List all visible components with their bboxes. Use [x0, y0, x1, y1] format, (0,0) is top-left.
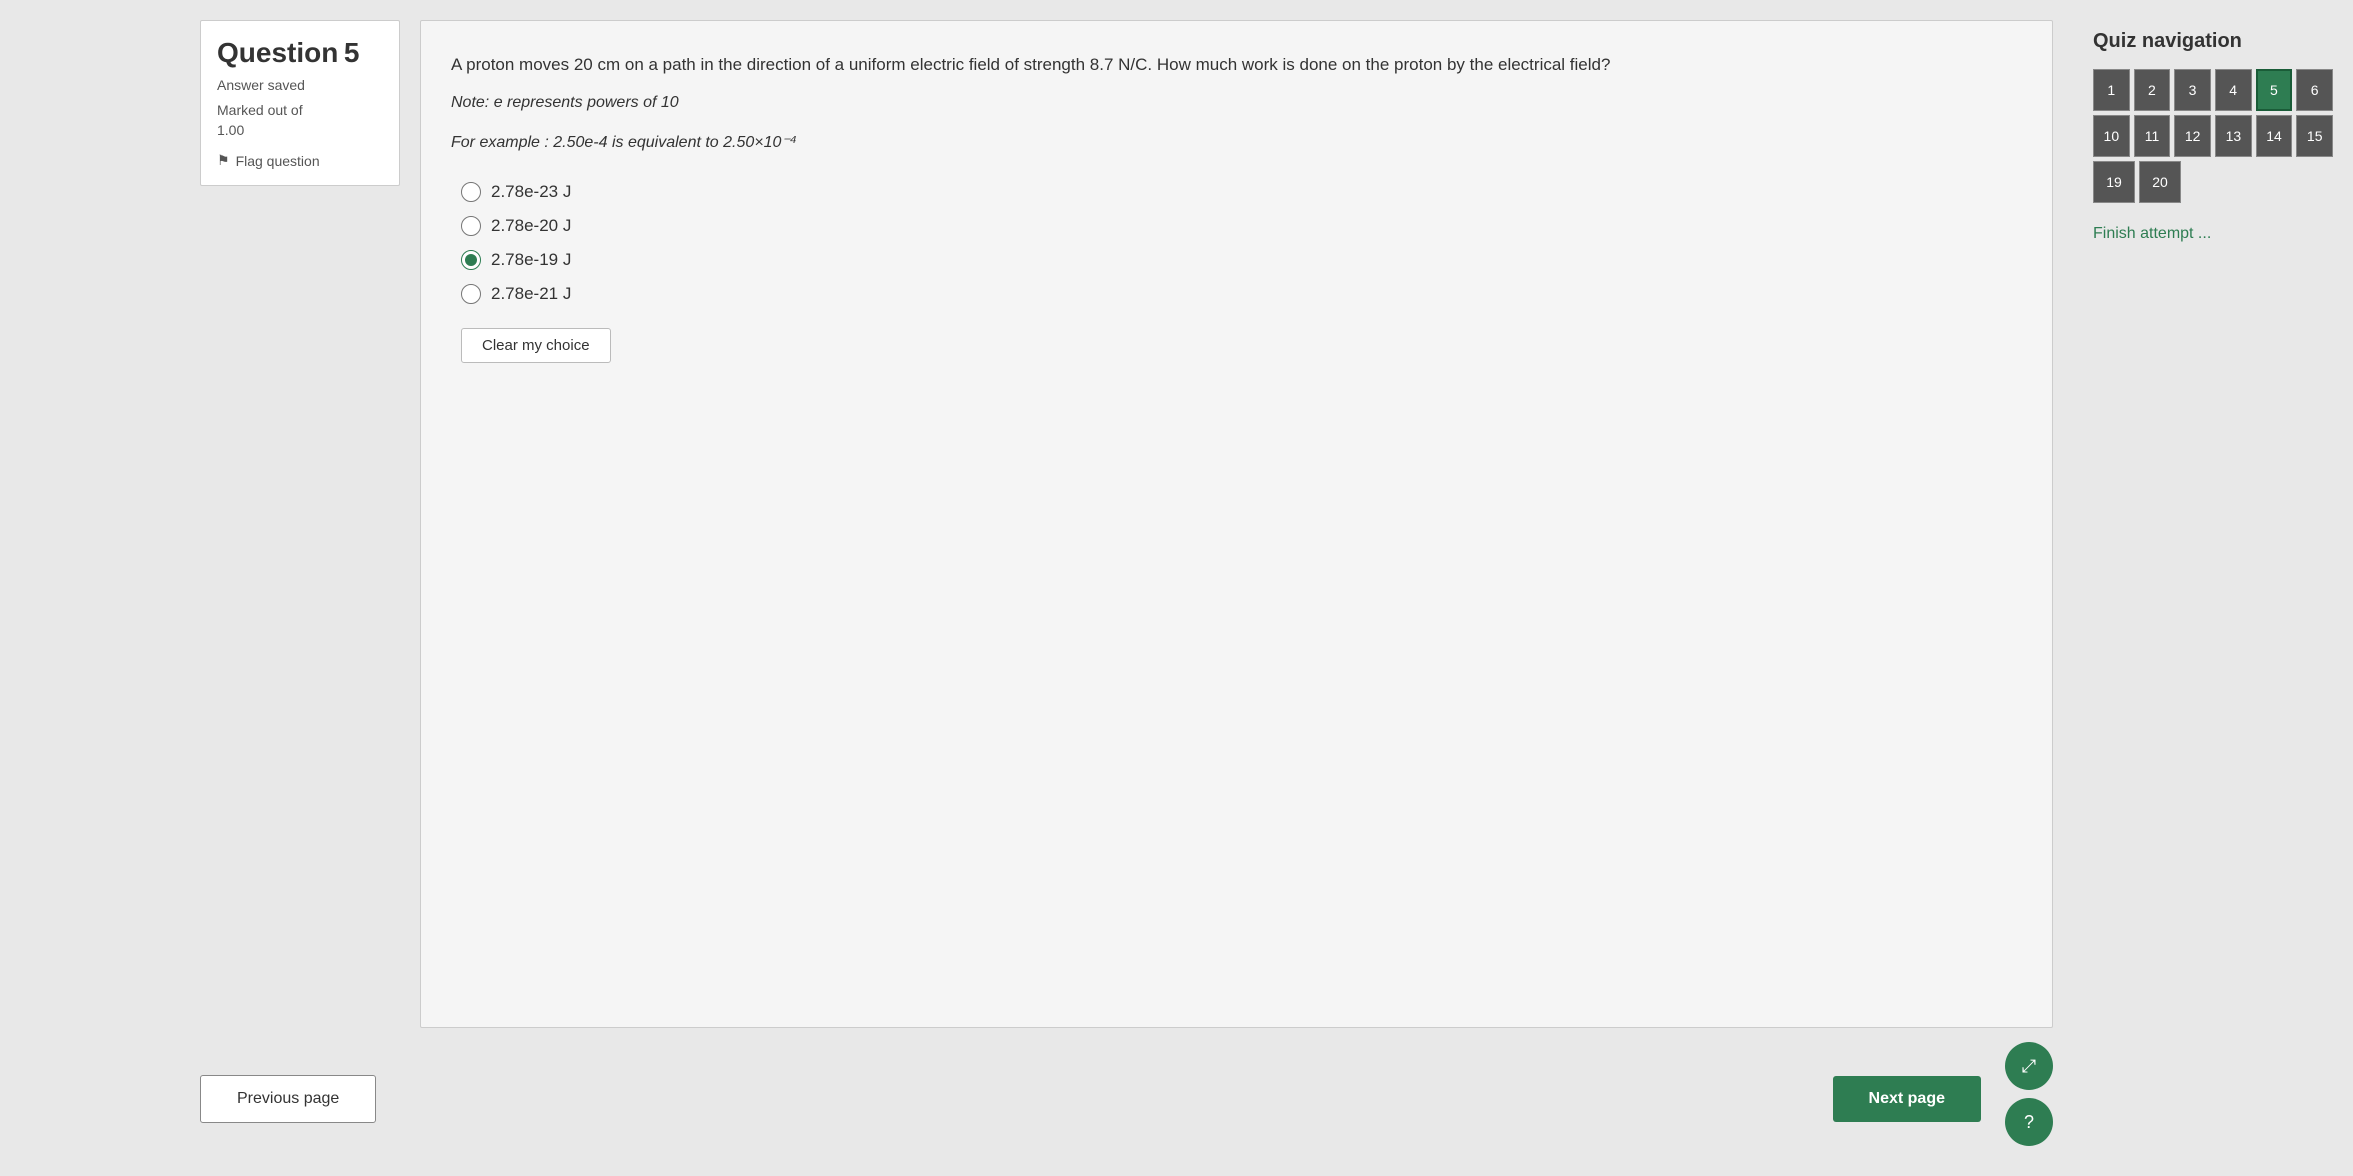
left-sidebar — [0, 20, 180, 1156]
option-3[interactable]: 2.78e-19 J — [461, 250, 2022, 270]
nav-cell-1[interactable]: 1 — [2093, 69, 2130, 111]
example-text: For example : 2.50e-4 is equivalent to 2… — [451, 132, 2022, 152]
flag-question-button[interactable]: ⚑ Flag question — [217, 152, 383, 169]
radio-opt4[interactable] — [461, 284, 481, 304]
question-info-panel: Question 5 Answer saved Marked out of 1.… — [200, 20, 400, 186]
options-container: 2.78e-23 J 2.78e-20 J 2.78e-19 J 2.78e-2… — [461, 182, 2022, 304]
option-2-label: 2.78e-20 J — [491, 216, 571, 236]
quiz-navigation-sidebar: Quiz navigation 1 2 3 4 5 6 10 11 12 13 … — [2073, 20, 2353, 1156]
radio-opt1[interactable] — [461, 182, 481, 202]
marked-out: Marked out of 1.00 — [217, 101, 383, 140]
option-3-label: 2.78e-19 J — [491, 250, 571, 270]
nav-buttons: Previous page Next page ⤢ ? — [200, 1052, 2053, 1156]
radio-opt2[interactable] — [461, 216, 481, 236]
main-content: Question 5 Answer saved Marked out of 1.… — [180, 20, 2073, 1156]
nav-cell-4[interactable]: 4 — [2215, 69, 2252, 111]
question-number: Question 5 — [217, 37, 383, 69]
quiz-nav-title: Quiz navigation — [2093, 30, 2333, 53]
nav-cell-14[interactable]: 14 — [2256, 115, 2293, 157]
nav-cell-13[interactable]: 13 — [2215, 115, 2252, 157]
previous-page-button[interactable]: Previous page — [200, 1075, 376, 1123]
help-button[interactable]: ? — [2005, 1098, 2053, 1146]
clear-choice-button[interactable]: Clear my choice — [461, 328, 611, 363]
floating-buttons: ⤢ ? — [2005, 1042, 2053, 1146]
finish-attempt-link[interactable]: Finish attempt ... — [2093, 225, 2211, 242]
expand-button[interactable]: ⤢ — [2005, 1042, 2053, 1090]
question-content-panel: A proton moves 20 cm on a path in the di… — [420, 20, 2053, 1028]
option-1-label: 2.78e-23 J — [491, 182, 571, 202]
question-text: A proton moves 20 cm on a path in the di… — [451, 51, 2022, 78]
nav-cell-10[interactable]: 10 — [2093, 115, 2130, 157]
option-4-label: 2.78e-21 J — [491, 284, 571, 304]
nav-cell-12[interactable]: 12 — [2174, 115, 2211, 157]
flag-icon: ⚑ — [217, 152, 230, 169]
radio-opt3[interactable] — [461, 250, 481, 270]
nav-cell-11[interactable]: 11 — [2134, 115, 2171, 157]
nav-cell-20[interactable]: 20 — [2139, 161, 2181, 203]
expand-icon: ⤢ — [2022, 1056, 2036, 1077]
quiz-nav-row-3: 19 20 — [2093, 161, 2333, 203]
nav-cell-6[interactable]: 6 — [2296, 69, 2333, 111]
next-page-button[interactable]: Next page — [1833, 1076, 1981, 1122]
nav-cell-19[interactable]: 19 — [2093, 161, 2135, 203]
note-text: Note: e represents powers of 10 — [451, 94, 2022, 112]
nav-cell-15[interactable]: 15 — [2296, 115, 2333, 157]
help-icon: ? — [2024, 1112, 2034, 1133]
quiz-nav-row-2: 10 11 12 13 14 15 — [2093, 115, 2333, 157]
option-4[interactable]: 2.78e-21 J — [461, 284, 2022, 304]
nav-cell-5[interactable]: 5 — [2256, 69, 2293, 111]
answer-status: Answer saved — [217, 77, 383, 93]
option-2[interactable]: 2.78e-20 J — [461, 216, 2022, 236]
option-1[interactable]: 2.78e-23 J — [461, 182, 2022, 202]
nav-cell-2[interactable]: 2 — [2134, 69, 2171, 111]
question-layout: Question 5 Answer saved Marked out of 1.… — [200, 20, 2053, 1028]
page-wrapper: Question 5 Answer saved Marked out of 1.… — [0, 0, 2353, 1176]
nav-cell-3[interactable]: 3 — [2174, 69, 2211, 111]
quiz-nav-row-1: 1 2 3 4 5 6 — [2093, 69, 2333, 111]
